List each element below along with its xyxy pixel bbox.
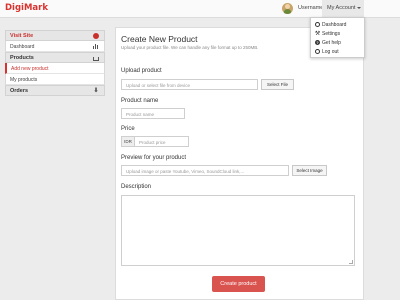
sidebar-section-products[interactable]: Products	[5, 52, 105, 63]
upload-file-input[interactable]: Upload or select file from device	[121, 79, 258, 90]
account-dropdown-menu: Dashboard ⚒ Settings ? Get help Log out	[310, 17, 365, 58]
product-name-label: Product name	[121, 98, 159, 104]
menu-item-label: Settings	[322, 30, 341, 37]
wrench-icon: ⚒	[314, 31, 321, 37]
sidebar-visit-site[interactable]: Visit Site	[5, 30, 105, 41]
sidebar-item-label: Visit Site	[10, 33, 34, 39]
my-account-label: My Account	[327, 5, 356, 11]
menu-item-get-help[interactable]: ? Get help	[311, 38, 364, 47]
download-icon: ⬇	[93, 88, 99, 94]
caret-down-icon	[357, 6, 362, 9]
menu-item-label: Log out	[322, 48, 339, 55]
select-image-button[interactable]: Select Image	[292, 165, 327, 176]
sidebar-item-label: My products	[10, 77, 38, 83]
menu-item-log-out[interactable]: Log out	[311, 47, 364, 56]
resize-grip-icon[interactable]	[349, 260, 353, 264]
dashboard-icon	[315, 22, 320, 27]
inbox-icon	[93, 57, 99, 61]
page-title: Create New Product	[121, 34, 198, 44]
sidebar-item-add-new-product[interactable]: Add new product	[5, 63, 105, 74]
page-subtitle: Upload your product file. We can handle …	[121, 45, 259, 50]
my-account-button[interactable]: My Account	[322, 0, 364, 18]
product-name-input[interactable]: Product name	[121, 108, 185, 119]
sidebar-item-my-products[interactable]: My products	[5, 74, 105, 85]
brand-logo[interactable]: DigiMark	[5, 3, 48, 13]
power-icon	[315, 49, 320, 54]
sidebar-item-label: Products	[10, 55, 34, 61]
upload-product-label: Upload product	[121, 68, 162, 74]
help-icon: ?	[315, 40, 320, 45]
sidebar-item-label: Orders	[10, 88, 29, 94]
avatar[interactable]	[282, 3, 293, 14]
menu-item-label: Get help	[322, 39, 341, 46]
price-label: Price	[121, 126, 135, 132]
currency-addon: IDR	[121, 136, 135, 147]
menu-item-dashboard[interactable]: Dashboard	[311, 20, 364, 29]
globe-icon	[93, 33, 99, 39]
description-textarea[interactable]	[121, 195, 355, 266]
preview-url-input[interactable]: Upload image or paste Youtube, Vimeo, So…	[121, 165, 289, 176]
create-product-panel: Create New Product Upload your product f…	[115, 27, 364, 300]
menu-item-settings[interactable]: ⚒ Settings	[311, 29, 364, 38]
sidebar-item-label: Add new product	[11, 66, 49, 72]
preview-label: Preview for your product	[121, 155, 187, 161]
sidebar: Visit Site Dashboard Products Add new pr…	[5, 30, 105, 96]
create-product-button[interactable]: Create product	[212, 276, 265, 292]
top-navbar: DigiMark Username My Account	[0, 0, 400, 18]
sidebar-item-label: Dashboard	[10, 44, 35, 50]
menu-item-label: Dashboard	[322, 21, 347, 28]
bar-chart-icon	[93, 43, 99, 49]
username-link[interactable]: Username	[298, 5, 323, 11]
sidebar-section-orders[interactable]: Orders ⬇	[5, 85, 105, 96]
select-file-button[interactable]: Select File	[261, 79, 294, 90]
description-label: Description	[121, 184, 152, 190]
sidebar-item-dashboard[interactable]: Dashboard	[5, 41, 105, 52]
product-price-input[interactable]: Product price	[134, 136, 189, 147]
